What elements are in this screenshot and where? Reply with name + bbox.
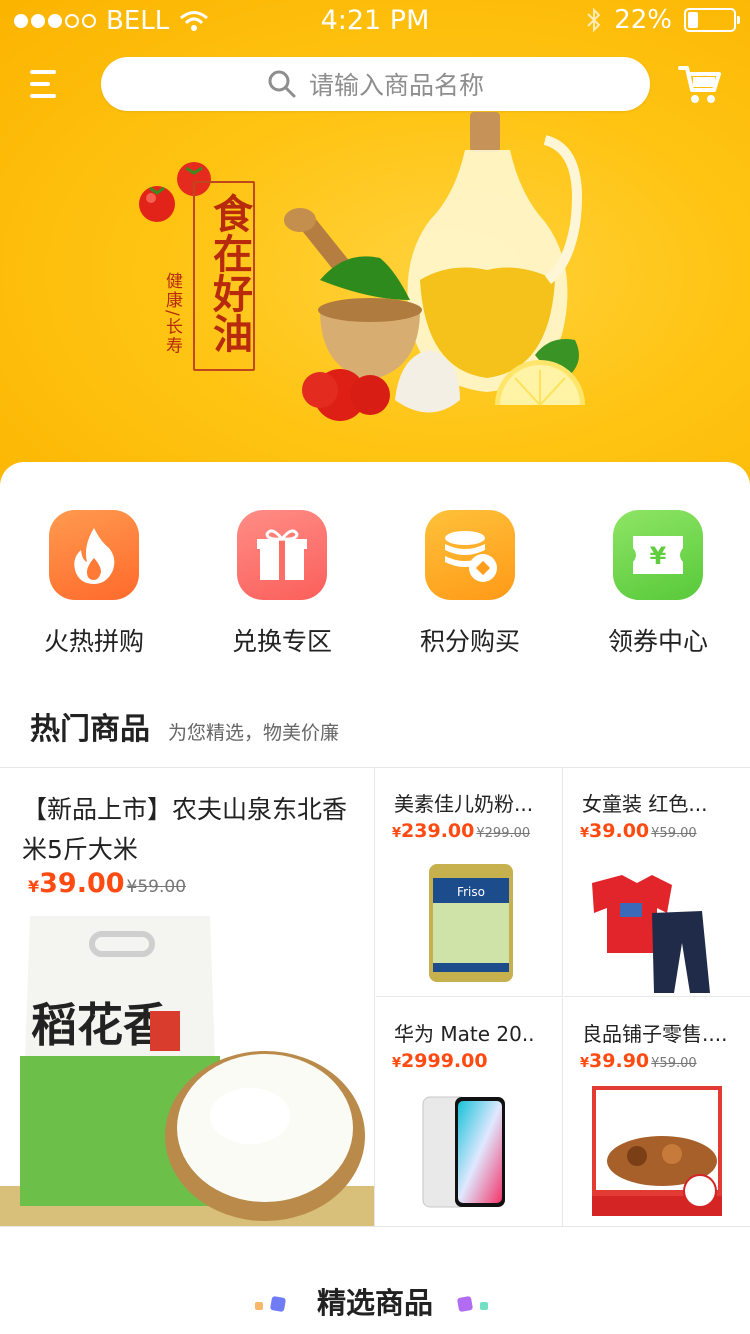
banner-subtitle: 健康/长寿 — [162, 272, 182, 356]
currency-symbol: ¥ — [580, 826, 590, 841]
currency-symbol: ¥ — [392, 1056, 402, 1071]
svg-text:Friso: Friso — [457, 885, 485, 899]
main-content: 火热拼购 兑换专区 积分购买 ¥ 领券中心 热门商品 为您精选，物美价廉 【新品… — [0, 462, 750, 1334]
original-price: ¥59.00 — [126, 877, 187, 897]
featured-products-header: 精选商品 — [0, 1280, 750, 1322]
rice-bag-image: 稻花香 — [0, 916, 374, 1226]
hot-products-header: 热门商品 为您精选，物美价廉 — [30, 704, 339, 748]
product-price: ¥ 39.00 ¥59.00 — [580, 820, 697, 842]
snack-box-image — [592, 1086, 722, 1216]
product-card-rice[interactable]: 【新品上市】农夫山泉东北香米5斤大米 ¥ 39.00 ¥59.00 稻花香 — [0, 768, 375, 1226]
bluetooth-icon — [587, 7, 601, 33]
coin-stack-icon — [425, 510, 515, 600]
battery-percent: 22% — [614, 5, 672, 35]
product-price: ¥ 239.00 ¥299.00 — [392, 820, 530, 842]
quick-item-label: 领券中心 — [607, 627, 708, 656]
quick-item-exchange-zone[interactable]: 兑换专区 — [188, 510, 376, 658]
quick-item-label: 兑换专区 — [231, 627, 332, 656]
oil-banner-illustration — [139, 112, 585, 421]
svg-text:¥: ¥ — [650, 542, 667, 570]
hot-products-grid: 【新品上市】农夫山泉东北香米5斤大米 ¥ 39.00 ¥59.00 稻花香 美素… — [0, 767, 750, 1227]
hero-banner: BELL 4:21 PM 22% 请输入商品名称 食在好油 健康/长寿 — [0, 0, 750, 500]
svg-text:稻花香: 稻花香 — [31, 998, 169, 1052]
milk-powder-can-image: Friso — [429, 864, 513, 982]
product-card-huawei-mate[interactable]: 华为 Mate 20.. ¥ 2999.00 — [376, 998, 563, 1227]
cart-icon[interactable] — [678, 64, 722, 106]
original-price: ¥299.00 — [476, 826, 531, 841]
product-price: ¥ 39.90 ¥59.00 — [580, 1050, 697, 1072]
product-name: 良品铺子零售.... — [582, 1022, 728, 1046]
kids-clothes-image — [592, 875, 710, 993]
product-card-girls-clothing[interactable]: 女童装 红色... ¥ 39.00 ¥59.00 — [564, 768, 750, 997]
product-card-milk-powder[interactable]: 美素佳儿奶粉... ¥ 239.00 ¥299.00 Friso — [376, 768, 563, 997]
decor-right-icon — [457, 1296, 488, 1312]
quick-item-label: 火热拼购 — [43, 627, 144, 656]
product-name: 华为 Mate 20.. — [394, 1022, 535, 1046]
search-placeholder: 请输入商品名称 — [308, 71, 484, 100]
currency-symbol: ¥ — [28, 877, 40, 896]
current-price: 39.00 — [39, 868, 125, 899]
section-title: 热门商品 — [30, 712, 150, 747]
search-input[interactable]: 请输入商品名称 — [101, 57, 650, 111]
original-price: ¥59.00 — [651, 826, 697, 841]
quick-item-label: 积分购买 — [419, 627, 520, 656]
banner-slogan: 食在好油 — [206, 193, 253, 353]
currency-symbol: ¥ — [580, 1056, 590, 1071]
section-title: 精选商品 — [316, 1286, 433, 1320]
gift-icon — [237, 510, 327, 600]
product-name: 【新品上市】农夫山泉东北香米5斤大米 — [22, 795, 348, 864]
search-icon — [268, 70, 296, 98]
original-price: ¥59.00 — [651, 1056, 697, 1071]
quick-item-points-purchase[interactable]: 积分购买 — [376, 510, 564, 658]
current-price: 39.00 — [589, 820, 650, 842]
phone-image — [422, 1096, 505, 1208]
menu-button[interactable] — [30, 66, 62, 102]
decor-left-icon — [255, 1296, 286, 1312]
product-name: 美素佳儿奶粉... — [394, 792, 534, 816]
yen-ticket-icon: ¥ — [613, 510, 703, 600]
battery-icon — [684, 8, 740, 32]
product-card-snacks[interactable]: 良品铺子零售.... ¥ 39.90 ¥59.00 — [564, 998, 750, 1227]
product-price: ¥ 2999.00 — [392, 1050, 490, 1072]
fire-icon — [49, 510, 139, 600]
section-subtitle: 为您精选，物美价廉 — [168, 722, 340, 744]
current-price: 2999.00 — [401, 1050, 488, 1072]
product-price: ¥ 39.00 ¥59.00 — [28, 868, 186, 899]
product-name: 女童装 红色... — [582, 792, 708, 816]
currency-symbol: ¥ — [392, 826, 402, 841]
current-price: 39.90 — [589, 1050, 650, 1072]
current-price: 239.00 — [401, 820, 475, 842]
quick-item-hot-group-buy[interactable]: 火热拼购 — [0, 510, 188, 658]
quick-menu: 火热拼购 兑换专区 积分购买 ¥ 领券中心 — [0, 510, 750, 660]
quick-item-coupon-center[interactable]: ¥ 领券中心 — [564, 510, 750, 658]
status-bar: BELL 4:21 PM 22% — [0, 0, 750, 40]
